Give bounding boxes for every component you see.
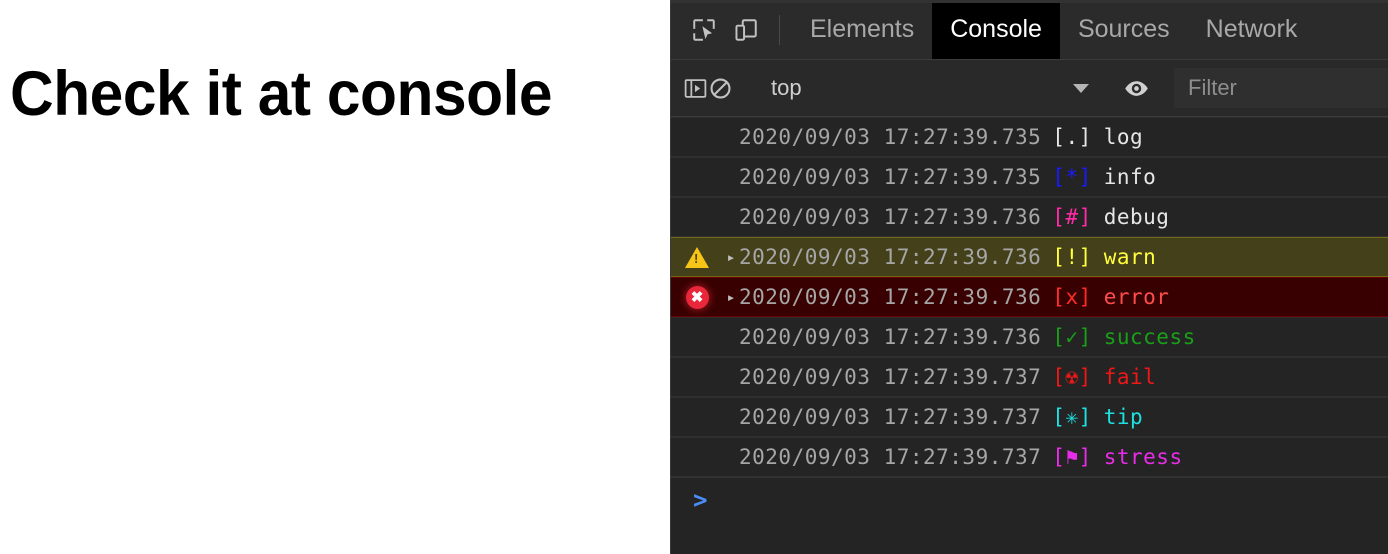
devtools-tabstrip: Elements Console Sources Network <box>671 0 1388 60</box>
row-gutter <box>671 158 723 196</box>
log-timestamp: 2020/09/03 17:27:39.736 <box>739 245 1042 269</box>
log-message: success <box>1103 325 1196 349</box>
console-prompt[interactable]: > <box>671 477 1388 554</box>
console-row-error[interactable]: ✖ ▸ 2020/09/03 17:27:39.736 [x] error <box>671 277 1388 317</box>
log-message: stress <box>1103 445 1183 469</box>
row-gutter <box>671 238 723 276</box>
log-mark: [!] <box>1052 245 1092 269</box>
log-message: fail <box>1103 365 1157 389</box>
log-timestamp: 2020/09/03 17:27:39.737 <box>739 445 1042 469</box>
inspect-element-button[interactable] <box>683 10 725 50</box>
console-sidebar-icon <box>683 76 708 101</box>
live-expression-button[interactable] <box>1123 69 1150 107</box>
log-message: info <box>1103 165 1157 189</box>
log-message: error <box>1103 285 1170 309</box>
log-timestamp: 2020/09/03 17:27:39.737 <box>739 405 1042 429</box>
row-gutter: ✖ <box>671 278 723 316</box>
devtools-panel: Elements Console Sources Network top Fil… <box>670 0 1388 554</box>
console-sidebar-button[interactable] <box>683 69 708 107</box>
console-toolbar: top <box>671 60 1388 117</box>
inspect-element-icon <box>691 17 717 43</box>
log-mark: [⚑] <box>1052 445 1092 469</box>
log-message: warn <box>1103 245 1157 269</box>
log-mark: [#] <box>1052 205 1092 229</box>
live-expression-eye-icon <box>1123 75 1150 102</box>
device-toolbar-icon <box>733 17 759 43</box>
log-timestamp: 2020/09/03 17:27:39.735 <box>739 125 1042 149</box>
filter-input[interactable] <box>1174 68 1388 108</box>
row-gutter <box>671 118 723 156</box>
tab-elements[interactable]: Elements <box>792 0 932 59</box>
devtools-tab-list: Elements Console Sources Network <box>792 0 1315 59</box>
log-mark: [✳] <box>1052 405 1092 429</box>
clear-console-icon <box>708 76 733 101</box>
console-log-list: 2020/09/03 17:27:39.735 [.] log 2020/09/… <box>671 117 1388 554</box>
row-gutter <box>671 398 723 436</box>
error-circle-icon: ✖ <box>685 285 709 309</box>
screenshot-root: Check it at console Elements Console Sou… <box>0 0 1388 554</box>
log-timestamp: 2020/09/03 17:27:39.735 <box>739 165 1042 189</box>
tab-sources[interactable]: Sources <box>1060 0 1188 59</box>
console-row-stress[interactable]: 2020/09/03 17:27:39.737 [⚑] stress <box>671 437 1388 477</box>
log-timestamp: 2020/09/03 17:27:39.736 <box>739 325 1042 349</box>
row-gutter <box>671 438 723 476</box>
device-toolbar-button[interactable] <box>725 10 767 50</box>
console-row-warn[interactable]: ▸ 2020/09/03 17:27:39.736 [!] warn <box>671 237 1388 277</box>
tab-console[interactable]: Console <box>932 0 1060 59</box>
log-message: tip <box>1103 405 1144 429</box>
expand-arrow-icon[interactable]: ▸ <box>723 248 739 266</box>
log-mark: [✓] <box>1052 325 1092 349</box>
row-gutter <box>671 318 723 356</box>
console-row-tip[interactable]: 2020/09/03 17:27:39.737 [✳] tip <box>671 397 1388 437</box>
console-row-debug[interactable]: 2020/09/03 17:27:39.736 [#] debug <box>671 197 1388 237</box>
log-mark: [*] <box>1052 165 1092 189</box>
console-row-fail[interactable]: 2020/09/03 17:27:39.737 [☢] fail <box>671 357 1388 397</box>
log-message: log <box>1103 125 1144 149</box>
web-page-pane: Check it at console <box>0 0 670 554</box>
warning-triangle-icon <box>685 246 709 268</box>
log-mark: [x] <box>1052 285 1092 309</box>
log-timestamp: 2020/09/03 17:27:39.736 <box>739 285 1042 309</box>
log-mark: [.] <box>1052 125 1092 149</box>
execution-context-label: top <box>771 75 802 100</box>
tab-network[interactable]: Network <box>1188 0 1316 59</box>
clear-console-button[interactable] <box>708 69 733 107</box>
page-title: Check it at console <box>10 59 553 129</box>
console-row-success[interactable]: 2020/09/03 17:27:39.736 [✓] success <box>671 317 1388 357</box>
row-gutter <box>671 358 723 396</box>
prompt-caret-icon: > <box>693 486 708 514</box>
execution-context-select[interactable]: top <box>757 69 1099 107</box>
log-timestamp: 2020/09/03 17:27:39.736 <box>739 205 1042 229</box>
console-row-log[interactable]: 2020/09/03 17:27:39.735 [.] log <box>671 117 1388 157</box>
console-row-info[interactable]: 2020/09/03 17:27:39.735 [*] info <box>671 157 1388 197</box>
chevron-down-icon <box>1073 83 1089 93</box>
log-timestamp: 2020/09/03 17:27:39.737 <box>739 365 1042 389</box>
log-mark: [☢] <box>1052 365 1092 389</box>
log-message: debug <box>1103 205 1170 229</box>
toolbar-divider <box>779 14 780 45</box>
row-gutter <box>671 198 723 236</box>
expand-arrow-icon[interactable]: ▸ <box>723 288 739 306</box>
